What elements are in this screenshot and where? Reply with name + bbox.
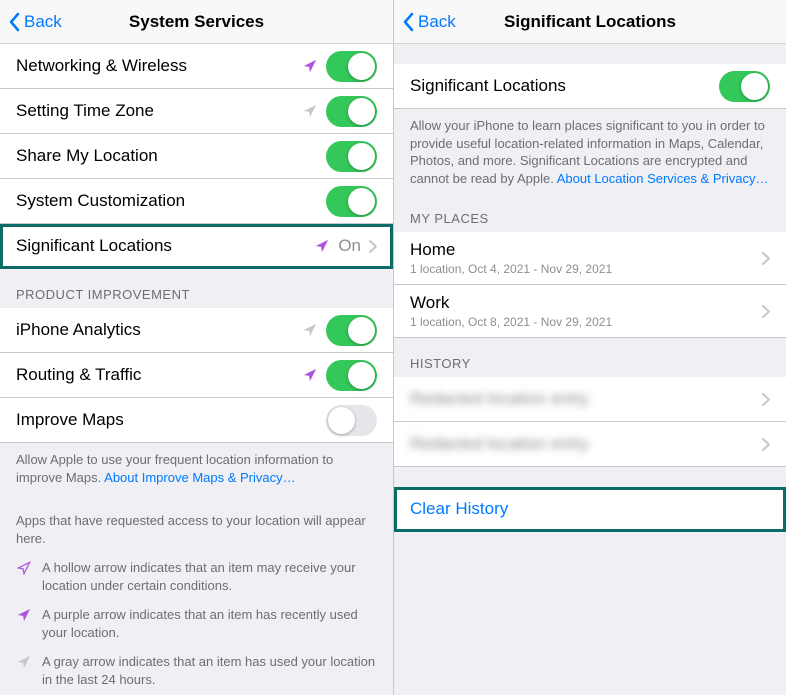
row-label: Networking & Wireless [16,48,302,84]
link-improve-maps-privacy[interactable]: About Improve Maps & Privacy… [104,470,295,485]
row-label: iPhone Analytics [16,312,302,348]
toggle-analytics[interactable] [326,315,377,346]
footer-improve-maps: Allow Apple to use your frequent locatio… [0,443,393,492]
chevron-right-icon [762,438,770,451]
row-improve-maps[interactable]: Improve Maps [0,398,393,443]
toggle-significant-locations[interactable] [719,71,770,102]
row-label: Redacted location entry [410,381,762,417]
row-history-item[interactable]: Redacted location entry [394,422,786,467]
back-button[interactable]: Back [402,12,456,32]
location-arrow-hollow-icon [16,560,32,576]
row-label: Significant Locations [16,228,314,264]
nav-bar: Back System Services [0,0,393,44]
section-my-places: MY PLACES [394,193,786,232]
significant-locations-pane: Back Significant Locations Significant L… [393,0,786,695]
row-iphone-analytics[interactable]: iPhone Analytics [0,308,393,353]
nav-bar: Back Significant Locations [394,0,786,44]
back-label: Back [418,12,456,32]
toggle-system-customization[interactable] [326,186,377,217]
location-arrow-icon [302,367,318,383]
toggle-timezone[interactable] [326,96,377,127]
toggle-networking[interactable] [326,51,377,82]
chevron-right-icon [762,252,770,265]
row-label: Routing & Traffic [16,357,302,393]
row-routing-traffic[interactable]: Routing & Traffic [0,353,393,398]
row-place-home[interactable]: Home 1 location, Oct 4, 2021 - Nov 29, 2… [394,232,786,285]
toggle-improve-maps[interactable] [326,405,377,436]
footer-description: Allow your iPhone to learn places signif… [394,109,786,193]
legend-gray: A gray arrow indicates that an item has … [0,647,393,694]
row-significant-locations[interactable]: Significant Locations On [0,224,393,269]
system-services-pane: Back System Services Networking & Wirele… [0,0,393,695]
row-clear-history[interactable]: Clear History [394,487,786,532]
row-subtitle: 1 location, Oct 4, 2021 - Nov 29, 2021 [410,262,762,276]
page-title: System Services [129,12,264,32]
clear-history-label: Clear History [410,491,770,527]
back-button[interactable]: Back [8,12,62,32]
page-title: Significant Locations [504,12,676,32]
row-label: Redacted location entry [410,426,762,462]
chevron-right-icon [762,305,770,318]
row-share-my-location[interactable]: Share My Location [0,134,393,179]
row-place-work[interactable]: Work 1 location, Oct 8, 2021 - Nov 29, 2… [394,285,786,338]
row-history-item[interactable]: Redacted location entry [394,377,786,422]
row-significant-locations-toggle[interactable]: Significant Locations [394,64,786,109]
content-scroll[interactable]: Networking & Wireless Setting Time Zone … [0,44,393,695]
row-status: On [338,236,361,256]
chevron-left-icon [8,12,20,32]
row-label: Improve Maps [16,402,326,438]
chevron-right-icon [762,393,770,406]
row-label: Work 1 location, Oct 8, 2021 - Nov 29, 2… [410,285,762,337]
row-label: Significant Locations [410,68,719,104]
chevron-left-icon [402,12,414,32]
row-setting-time-zone[interactable]: Setting Time Zone [0,89,393,134]
content-scroll[interactable]: Significant Locations Allow your iPhone … [394,44,786,695]
row-label: System Customization [16,183,326,219]
legend-hollow: A hollow arrow indicates that an item ma… [0,553,393,600]
row-system-customization[interactable]: System Customization [0,179,393,224]
row-subtitle: 1 location, Oct 8, 2021 - Nov 29, 2021 [410,315,762,329]
row-label: Home 1 location, Oct 4, 2021 - Nov 29, 2… [410,232,762,284]
location-arrow-icon [302,322,318,338]
section-history: HISTORY [394,338,786,377]
location-arrow-icon [302,58,318,74]
toggle-share-location[interactable] [326,141,377,172]
row-label: Setting Time Zone [16,93,302,129]
row-label: Share My Location [16,138,326,174]
chevron-right-icon [369,240,377,253]
back-label: Back [24,12,62,32]
legend-purple: A purple arrow indicates that an item ha… [0,600,393,647]
location-arrow-icon [16,654,32,670]
section-product-improvement: PRODUCT IMPROVEMENT [0,269,393,308]
footer-apps-note: Apps that have requested access to your … [0,492,393,553]
toggle-routing[interactable] [326,360,377,391]
row-networking-wireless[interactable]: Networking & Wireless [0,44,393,89]
location-arrow-icon [314,238,330,254]
location-arrow-icon [302,103,318,119]
link-location-privacy[interactable]: About Location Services & Privacy… [557,171,769,186]
location-arrow-icon [16,607,32,623]
